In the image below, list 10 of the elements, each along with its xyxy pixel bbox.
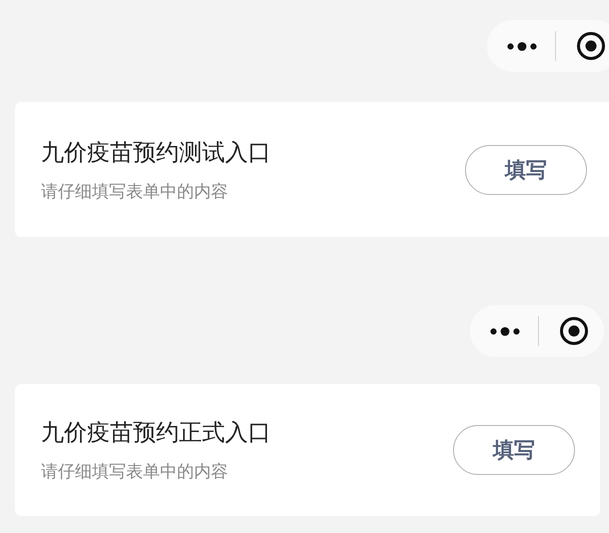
card-title: 九价疫苗预约正式入口 xyxy=(41,419,271,448)
fill-button[interactable]: 填写 xyxy=(465,144,587,194)
fill-button[interactable]: 填写 xyxy=(453,425,575,475)
more-icon[interactable] xyxy=(507,40,537,52)
card-subtitle: 请仔细填写表单中的内容 xyxy=(41,461,229,483)
more-icon[interactable] xyxy=(490,326,520,336)
card-title: 九价疫苗预约测试入口 xyxy=(41,138,271,168)
close-icon[interactable] xyxy=(576,31,606,61)
close-icon[interactable] xyxy=(559,316,589,346)
card-subtitle: 请仔细填写表单中的内容 xyxy=(41,180,229,202)
